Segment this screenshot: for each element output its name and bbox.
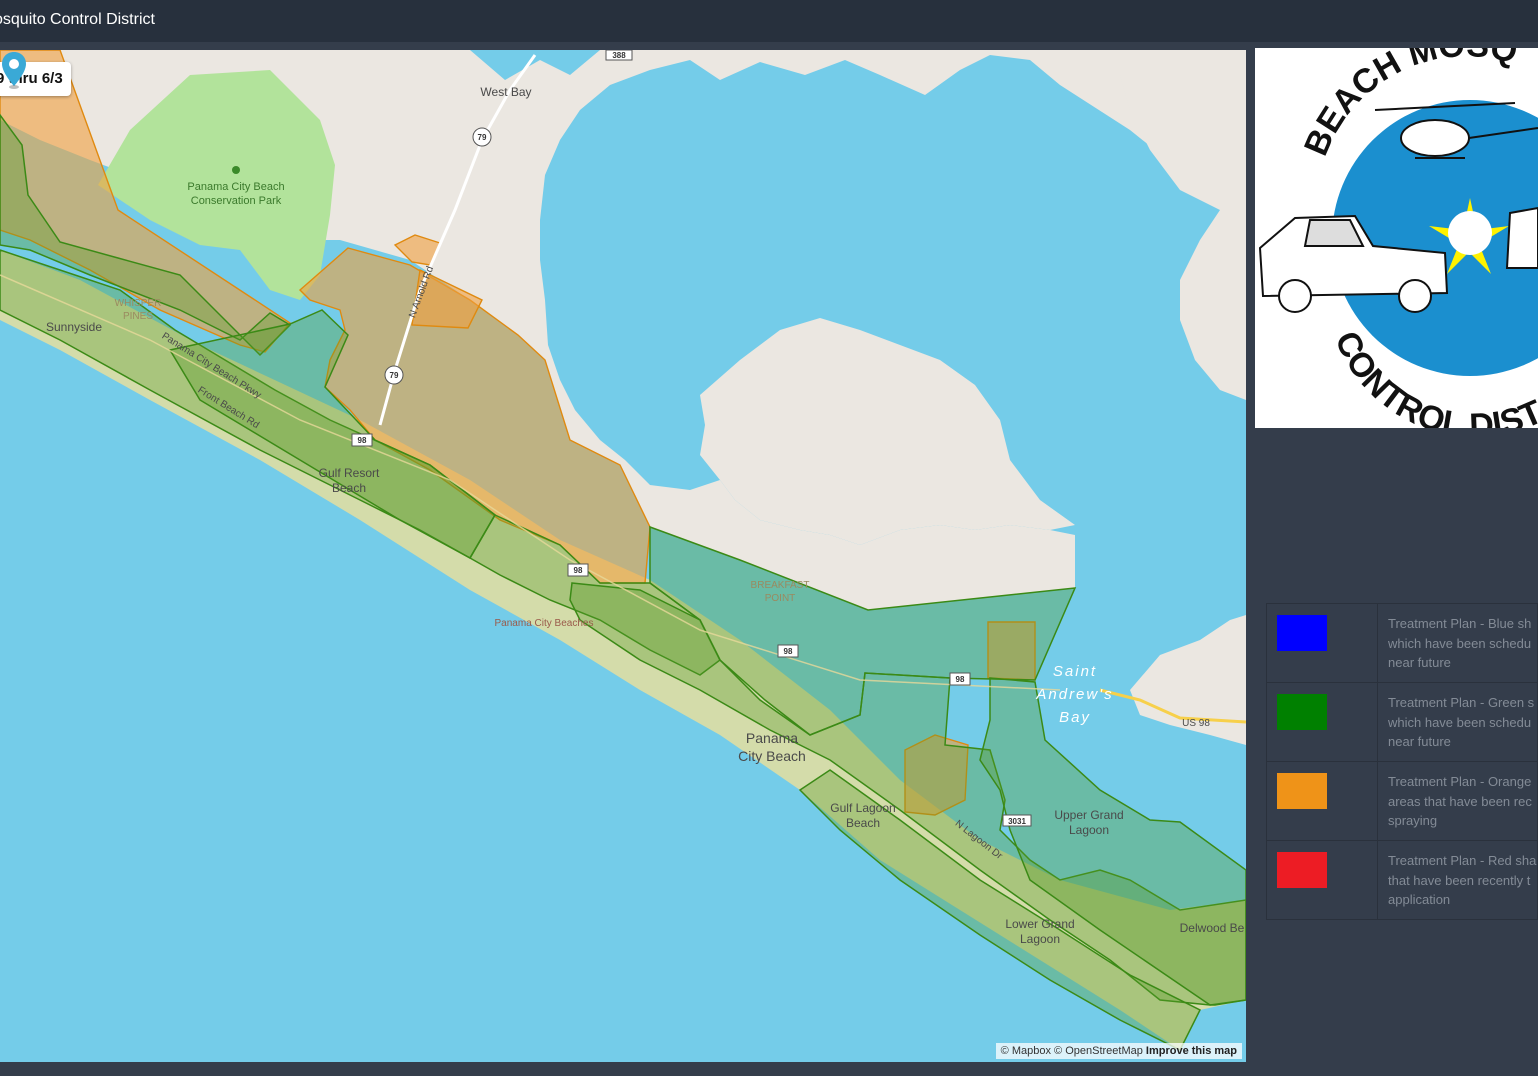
park-icon: [232, 166, 240, 174]
label-conservation-1: Panama City Beach: [187, 181, 284, 193]
label-st-andrews-1: Saint: [1053, 663, 1097, 680]
osm-link[interactable]: © OpenStreetMap: [1054, 1045, 1143, 1057]
label-whisper-2: PINES: [123, 311, 153, 322]
legend-text: Treatment Plan - Green s which have been …: [1377, 682, 1538, 762]
legend-swatch: [1277, 694, 1327, 730]
legend-line: Treatment Plan - Orange: [1388, 774, 1532, 789]
legend-text: Treatment Plan - Blue sh which have been …: [1377, 603, 1538, 683]
label-gulf-resort-1: Gulf Resort: [319, 466, 380, 480]
mapbox-link[interactable]: © Mapbox: [1001, 1045, 1051, 1057]
label-pcb-city-1: Panama: [746, 730, 798, 746]
legend-text: Treatment Plan - Red sha that have been r…: [1377, 840, 1538, 920]
legend-swatch: [1277, 773, 1327, 809]
map-canvas[interactable]: 79 79 388 98 98 98 98 3031 West Bay Pana…: [0, 50, 1246, 1062]
legend-line: spraying: [1388, 813, 1438, 828]
label-gulf-resort-2: Beach: [332, 481, 366, 495]
shield-98-west: 98: [358, 436, 367, 445]
legend-line: application: [1388, 892, 1451, 907]
legend-line: which have been schedu: [1388, 714, 1532, 730]
label-upper-grand-1: Upper Grand: [1054, 808, 1123, 822]
label-pcb-beaches: Panama City Beaches: [495, 618, 594, 629]
legend-line: near future: [1388, 655, 1451, 670]
label-breakfast-2: POINT: [765, 593, 796, 604]
legend-line: Treatment Plan - Green s: [1388, 695, 1535, 710]
legend-row: Treatment Plan - Orange areas that have b…: [1266, 761, 1538, 841]
district-logo: BEACH MOSQ CONTROL DIST: [1255, 48, 1538, 428]
label-us98: US 98: [1182, 718, 1210, 729]
label-pcb-city-2: City Beach: [738, 748, 806, 764]
label-sunnyside: Sunnyside: [46, 320, 102, 334]
legend-line: near future: [1388, 734, 1451, 749]
label-gulf-lagoon-1: Gulf Lagoon: [830, 801, 895, 815]
shield-388: 388: [612, 51, 626, 60]
label-west-bay: West Bay: [480, 85, 531, 99]
label-breakfast-1: BREAKFAST: [751, 580, 810, 591]
legend-row: Treatment Plan - Blue sh which have been …: [1266, 603, 1538, 683]
label-st-andrews-2: Andrew's: [1035, 686, 1113, 703]
label-delwood: Delwood Be: [1180, 921, 1245, 935]
legend-line: areas that have been rec: [1388, 793, 1532, 809]
east-shore: [1120, 50, 1246, 400]
label-lower-grand-2: Lagoon: [1020, 932, 1060, 946]
label-conservation-2: Conservation Park: [191, 195, 282, 207]
map-attribution: © Mapbox © OpenStreetMap Improve this ma…: [995, 1043, 1242, 1059]
label-gulf-lagoon-2: Beach: [846, 816, 880, 830]
treatment-legend: Treatment Plan - Blue sh which have been …: [1266, 603, 1538, 920]
shield-98-far-east: 98: [956, 675, 965, 684]
legend-row: Treatment Plan - Red sha that have been r…: [1266, 840, 1538, 920]
legend-text: Treatment Plan - Orange areas that have b…: [1377, 761, 1538, 841]
map-pin-icon[interactable]: [0, 50, 28, 90]
truck-2-icon: [1505, 206, 1538, 269]
label-lower-grand-1: Lower Grand: [1005, 917, 1074, 931]
shield-3031: 3031: [1008, 817, 1026, 826]
shield-98-east: 98: [784, 647, 793, 656]
label-whisper-1: WHISPER: [115, 298, 162, 309]
legend-line: Treatment Plan - Red sha: [1388, 853, 1537, 868]
bay-peninsula: [700, 318, 1075, 545]
shield-98-central: 98: [574, 566, 583, 575]
map-view[interactable]: 79 79 388 98 98 98 98 3031 West Bay Pana…: [0, 50, 1246, 1062]
legend-swatch: [1277, 615, 1327, 651]
app-header: osquito Control District: [0, 0, 1538, 42]
legend-row: Treatment Plan - Green s which have been …: [1266, 682, 1538, 762]
page-title: osquito Control District: [0, 11, 155, 28]
legend-line: which have been schedu: [1388, 635, 1532, 651]
legend-line: that have been recently t: [1388, 872, 1531, 888]
legend-line: Treatment Plan - Blue sh: [1388, 616, 1532, 631]
shield-79-south: 79: [390, 371, 399, 380]
improve-map-link[interactable]: Improve this map: [1146, 1045, 1237, 1057]
label-upper-grand-2: Lagoon: [1069, 823, 1109, 837]
label-st-andrews-3: Bay: [1059, 709, 1091, 726]
shield-79-north: 79: [478, 133, 487, 142]
legend-swatch: [1277, 852, 1327, 888]
